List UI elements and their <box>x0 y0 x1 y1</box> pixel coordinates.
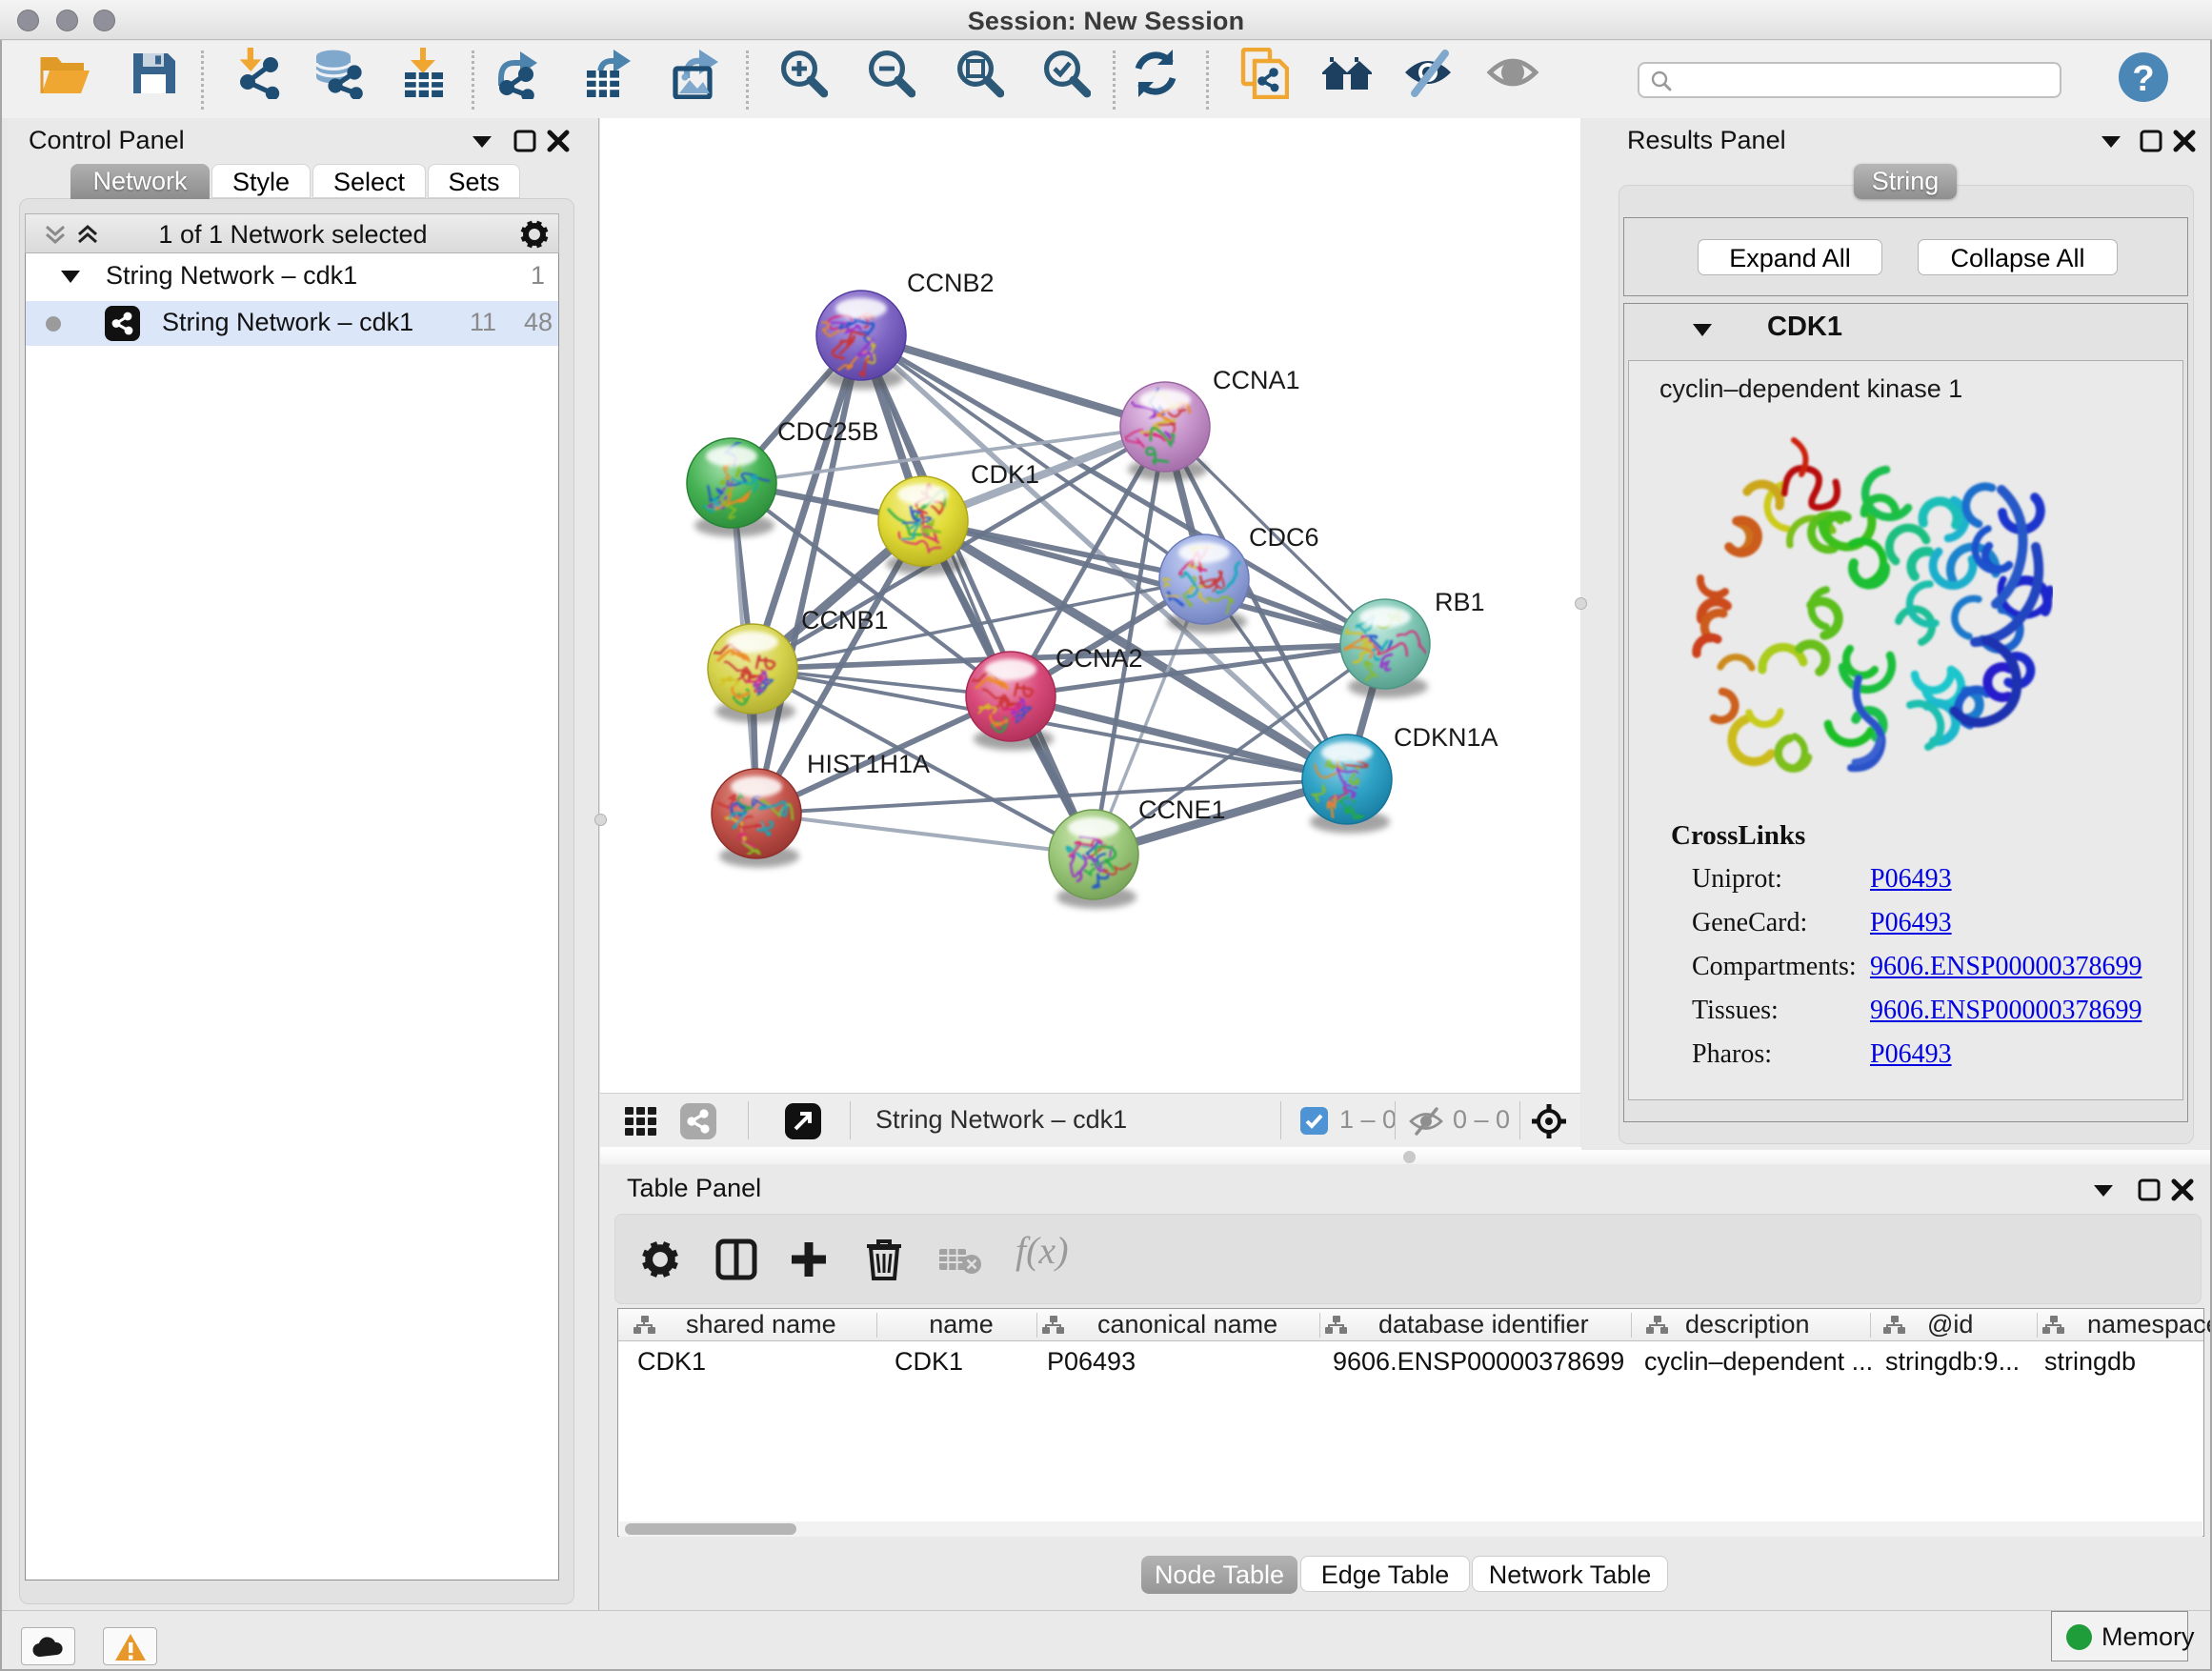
svg-text:CCNA2: CCNA2 <box>1056 644 1143 673</box>
svg-text:?: ? <box>2132 59 2154 99</box>
svg-text:HIST1H1A: HIST1H1A <box>807 750 930 778</box>
svg-text:CCNB2: CCNB2 <box>907 269 995 297</box>
svg-text:CDC25B: CDC25B <box>777 417 879 446</box>
svg-text:CCNB1: CCNB1 <box>801 606 889 634</box>
svg-text:RB1: RB1 <box>1435 588 1485 616</box>
svg-text:CCNA1: CCNA1 <box>1213 366 1300 394</box>
svg-text:CDC6: CDC6 <box>1249 523 1319 552</box>
svg-text:CCNE1: CCNE1 <box>1138 795 1226 824</box>
svg-text:CDKN1A: CDKN1A <box>1394 723 1498 752</box>
svg-text:CDK1: CDK1 <box>971 460 1039 489</box>
